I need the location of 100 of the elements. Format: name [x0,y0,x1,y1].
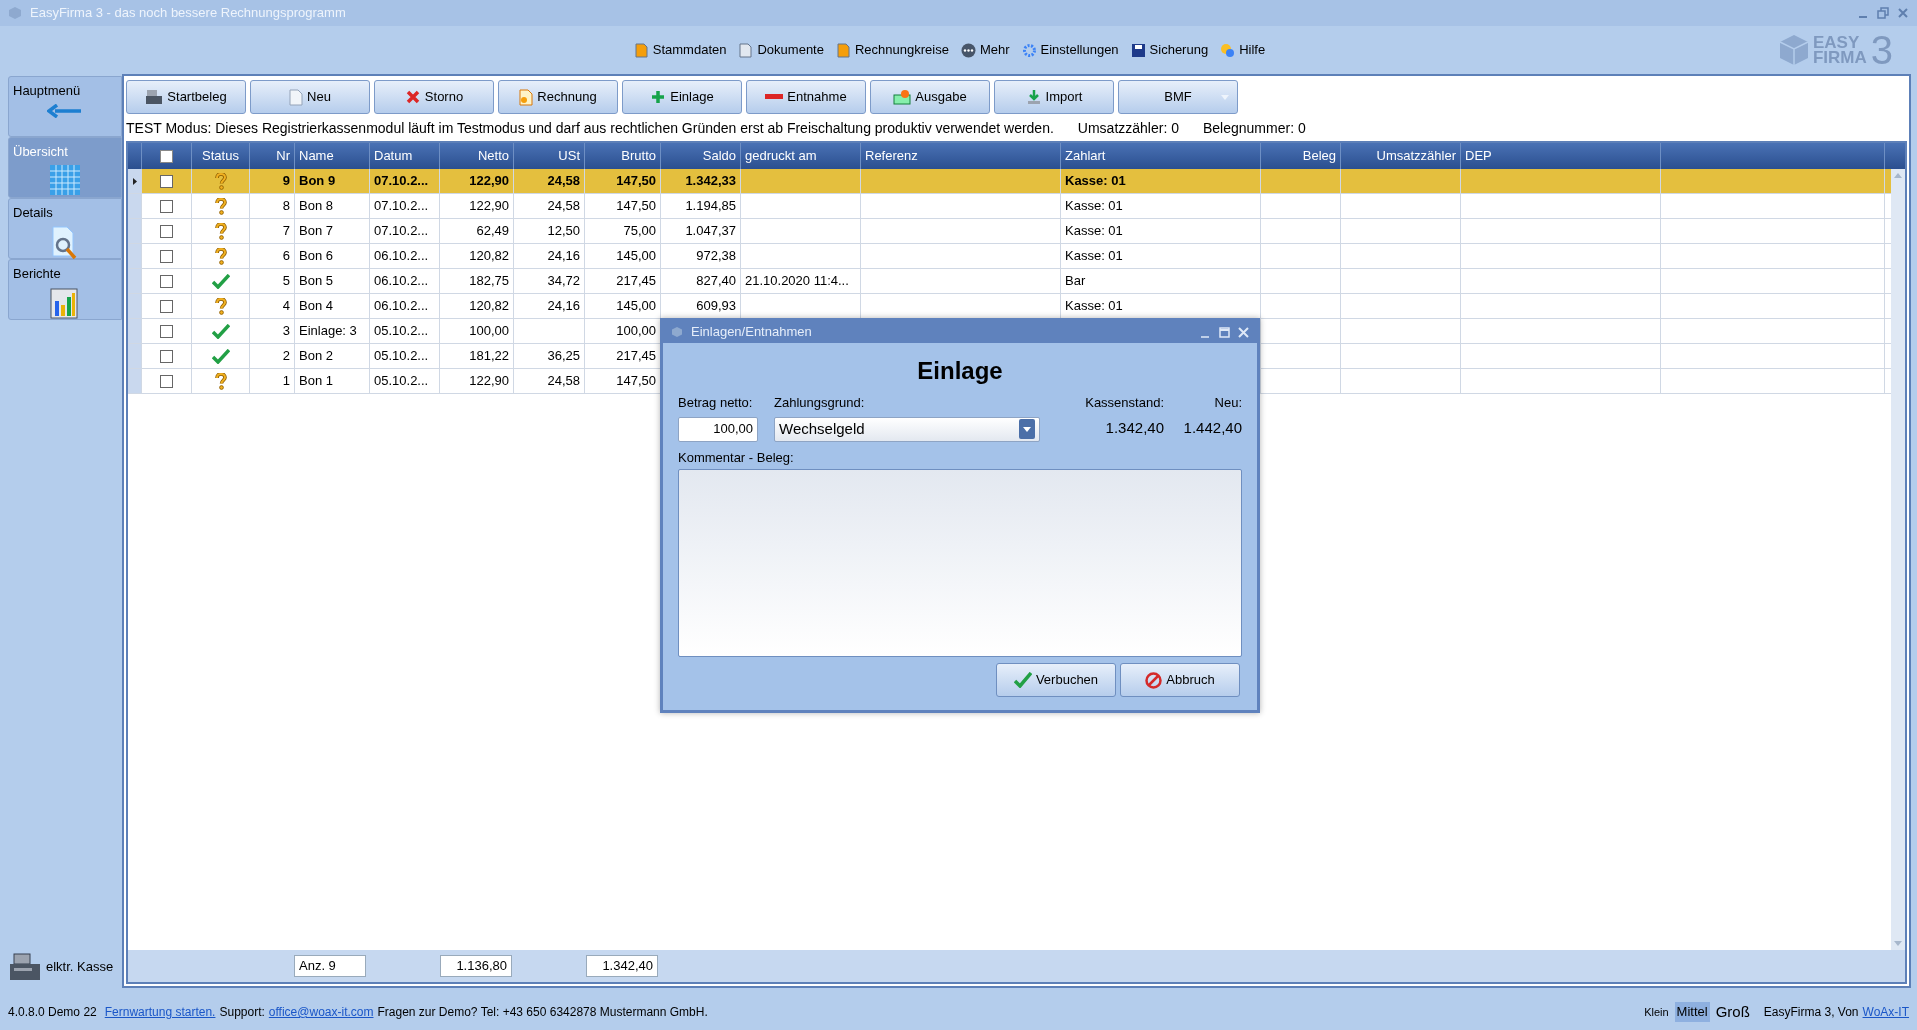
toolbar-button[interactable]: Storno [374,80,494,114]
table-cell-text: 145,00 [616,297,656,316]
toolbar-button[interactable]: Entnahme [746,80,866,114]
table-cell-text: 3 [282,322,290,341]
window-title: EasyFirma 3 - das noch bessere Rechnungsprogramm [30,4,346,23]
table-row[interactable]: 8 Bon 8 07.10.2... 122,90 24,58 147,50 1.194,85 Kasse: 01 [128,194,1891,219]
counter-label: Umsatzzähler: 0 [1077,119,1179,138]
table-cell-text: Kasse: 01 [1065,297,1123,316]
size-option[interactable]: Klein [1642,1003,1671,1021]
table-cell-text: 972,38 [696,247,736,266]
size-option[interactable]: Mittel [1674,1002,1710,1022]
table-cell-text: 217,45 [616,347,656,366]
table-cell-text: 24,58 [547,372,580,391]
select-all-checkbox[interactable] [160,149,173,163]
table-cell-text: 75,00 [623,222,656,241]
menu-item[interactable]: Sicherung [1130,40,1209,60]
document-icon [738,42,754,58]
size-option[interactable]: Groß [1713,1000,1752,1024]
toolbar-button[interactable]: Einlage [622,80,742,114]
row-checkbox[interactable] [160,274,173,288]
invoice-icon [519,88,534,106]
table-row[interactable]: 5 Bon 5 06.10.2... 182,75 34,72 217,45 827,40 21.10.2020 11:4... Bar [128,269,1891,294]
table-cell-text: Bon 9 [299,172,336,191]
restore-icon[interactable] [1877,7,1889,19]
row-pointer-icon [132,177,137,185]
table-cell-text: 100,00 [616,322,656,341]
maximize-icon[interactable] [1219,326,1230,338]
prohibited-icon [1145,671,1163,689]
row-header[interactable] [128,169,142,193]
vendor-link[interactable]: WoAx-IT [1862,1003,1909,1021]
remote-support-link[interactable]: Fernwartung starten. [104,1003,216,1021]
field-label: Betrag netto: [678,394,754,412]
scroll-down-icon[interactable] [1894,941,1902,946]
table-cell-text: Bon 1 [299,372,333,391]
dialog-button[interactable]: Verbuchen [996,663,1116,697]
sidebar-tab[interactable]: Berichte [8,259,122,320]
table-cell-text: 07.10.2... [374,222,429,241]
document-icon [289,88,304,106]
toolbar-button[interactable]: BMF [1118,80,1238,114]
table-cell-text: 24,58 [547,172,580,191]
row-checkbox[interactable] [160,299,173,313]
toolbar-button[interactable]: Ausgabe [870,80,990,114]
test-mode-notice: TEST Modus: Dieses Registrierkassenmodul läuft im Testmodus und darf aus rechtlichen Gründen erst ab Freischaltung produktiv verwendet werden. [126,119,1054,138]
total-field: Anz. 9 [294,955,366,977]
toolbar-button[interactable]: Import [994,80,1114,114]
table-cell-text: 06.10.2... [374,272,429,291]
credit-label: EasyFirma 3, Von [1763,1004,1859,1021]
row-checkbox[interactable] [160,224,173,238]
table-cell-text: 8 [282,197,290,216]
cash-register-icon [145,89,164,105]
toolbar-button[interactable]: Rechnung [498,80,618,114]
table-cell-text: Bon 5 [299,272,333,291]
table-cell-text: 182,75 [469,272,509,291]
toolbar-button[interactable]: Startbeleg [126,80,246,114]
table-cell-text: 122,90 [469,197,509,216]
row-checkbox[interactable] [160,249,173,263]
row-checkbox[interactable] [160,324,173,338]
table-row[interactable]: 7 Bon 7 07.10.2... 62,49 12,50 75,00 1.047,37 Kasse: 01 [128,219,1891,244]
menu-item[interactable]: Dokumente [738,40,824,60]
row-checkbox[interactable] [160,374,173,388]
table-cell-text: 24,16 [547,247,580,266]
caret-icon [1019,419,1035,439]
menu-item[interactable]: Stammdaten [633,40,727,60]
table-row[interactable]: 9 Bon 9 07.10.2... 122,90 24,58 147,50 1.342,33 Kasse: 01 [128,169,1891,194]
menu-item[interactable]: Einstellungen [1021,40,1119,60]
cube-icon [671,326,683,338]
table-row[interactable]: 6 Bon 6 06.10.2... 120,82 24,16 145,00 972,38 Kasse: 01 [128,244,1891,269]
table-cell-text: 181,22 [469,347,509,366]
dialog-button[interactable]: Abbruch [1120,663,1240,697]
settings-icon [1021,42,1037,58]
scroll-up-icon[interactable] [1894,173,1902,178]
table-row[interactable]: 4 Bon 4 06.10.2... 120,82 24,16 145,00 609,93 Kasse: 01 [128,294,1891,319]
table-cell-text: Bon 8 [299,197,333,216]
table-cell-text: 120,82 [469,297,509,316]
table-cell-text: Bar [1065,272,1086,291]
sidebar-tab[interactable]: Details [8,198,122,259]
table-cell-text: 62,49 [476,222,509,241]
menu-item[interactable]: Hilfe [1220,40,1266,60]
cube-icon [1778,34,1809,66]
table-cell-text: 05.10.2... [374,347,429,366]
email-link[interactable]: office@woax-it.com [268,1003,374,1021]
sidebar-tab[interactable]: Hauptmenü [8,76,122,137]
table-cell-text: 122,90 [469,172,509,191]
table-cell-text: 609,93 [696,297,736,316]
save-icon [1130,42,1146,58]
magnifier-document-icon [51,225,79,260]
row-checkbox[interactable] [160,199,173,213]
toolbar-button[interactable]: Neu [250,80,370,114]
check-icon [1013,672,1032,688]
row-checkbox[interactable] [160,349,173,363]
menu-item[interactable]: Rechnungkreise [835,40,949,60]
close-icon[interactable] [1897,7,1909,19]
amount-field[interactable]: 100,00 [678,416,758,442]
table-cell-text: 217,45 [616,272,656,291]
menu-item[interactable]: Mehr [960,40,1010,60]
plus-icon [650,89,667,105]
field-label: Kassenstand: [1085,394,1164,412]
dialog-title: Einlagen/Entnahmen [691,323,812,342]
row-checkbox[interactable] [160,174,173,188]
reason-dropdown[interactable]: Wechselgeld [774,416,1040,442]
